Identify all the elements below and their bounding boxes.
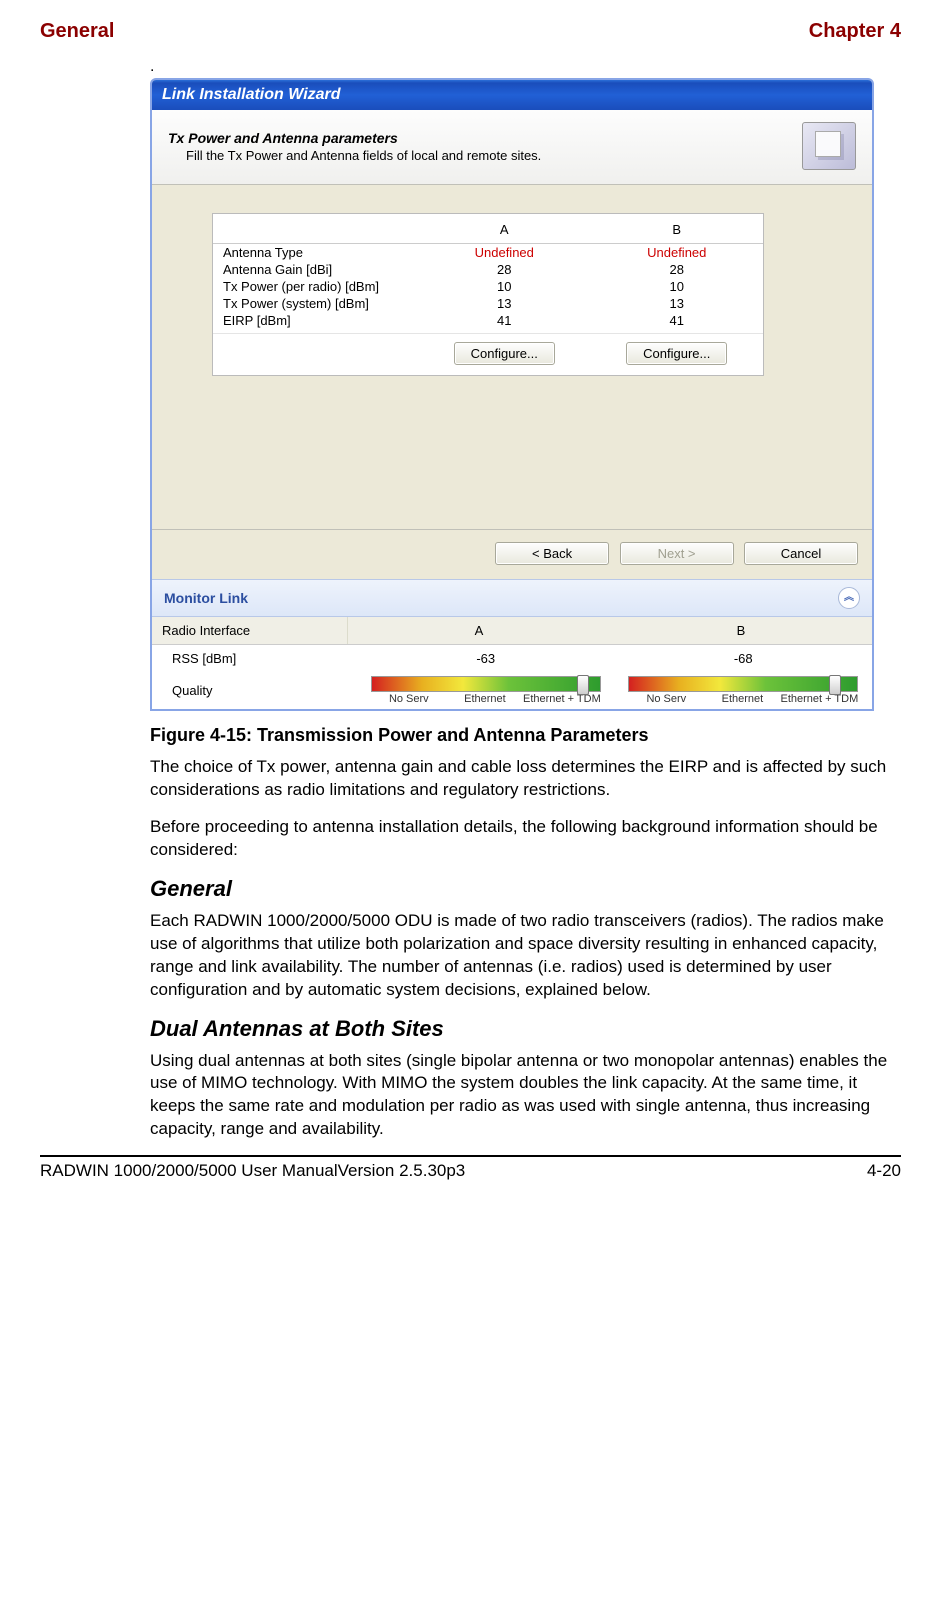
- wizard-footer: < Back Next > Cancel: [152, 529, 872, 579]
- footer-right: 4-20: [867, 1161, 901, 1181]
- label-antenna-type: Antenna Type: [223, 245, 418, 260]
- row-tx-system: Tx Power (system) [dBm] 13 13: [213, 295, 763, 312]
- row-antenna-type: Antenna Type Undefined Undefined: [213, 244, 763, 261]
- paragraph-general: Each RADWIN 1000/2000/5000 ODU is made o…: [150, 910, 891, 1002]
- wizard-step-subtitle: Fill the Tx Power and Antenna fields of …: [186, 148, 802, 163]
- rss-value-b: -68: [615, 649, 873, 668]
- table-header-row: A B: [213, 214, 763, 244]
- col-a-header: A: [418, 222, 591, 237]
- wizard-header: Tx Power and Antenna parameters Fill the…: [152, 110, 872, 185]
- row-tx-per-radio: Tx Power (per radio) [dBm] 10 10: [213, 278, 763, 295]
- header-left: General: [40, 20, 114, 43]
- paragraph-dual-antennas: Using dual antennas at both sites (singl…: [150, 1050, 891, 1142]
- eirp-a: 41: [418, 313, 591, 328]
- figure-caption: Figure 4-15: Transmission Power and Ante…: [150, 725, 901, 746]
- radio-interface-label: Radio Interface: [152, 617, 348, 644]
- label-tx-per-radio: Tx Power (per radio) [dBm]: [223, 279, 418, 294]
- label-eirp: EIRP [dBm]: [223, 313, 418, 328]
- antenna-type-b: Undefined: [591, 245, 764, 260]
- wizard-step-title: Tx Power and Antenna parameters: [168, 130, 802, 146]
- monitor-col-a: A: [348, 617, 610, 644]
- back-button[interactable]: < Back: [495, 542, 609, 565]
- monitor-columns-header: Radio Interface A B: [152, 617, 872, 645]
- cancel-button[interactable]: Cancel: [744, 542, 858, 565]
- configure-a-button[interactable]: Configure...: [454, 342, 555, 365]
- link-installation-wizard-window: Link Installation Wizard Tx Power and An…: [150, 78, 874, 711]
- row-eirp: EIRP [dBm] 41 41: [213, 312, 763, 329]
- quality-row: Quality No Serv Ethernet Ethernet + TDM …: [152, 672, 872, 709]
- section-heading-general: General: [150, 876, 901, 902]
- qlabel-ethtdm-a: Ethernet + TDM: [523, 693, 601, 705]
- quality-label: Quality: [152, 679, 357, 702]
- quality-bar-b: No Serv Ethernet Ethernet + TDM: [628, 676, 858, 705]
- collapse-icon[interactable]: ︽: [838, 587, 860, 609]
- page-header: General Chapter 4: [40, 20, 901, 43]
- quality-marker-b: [829, 675, 841, 695]
- monitor-link-title: Monitor Link: [164, 590, 248, 606]
- rss-value-a: -63: [357, 649, 615, 668]
- qlabel-noserv-a: No Serv: [371, 693, 447, 705]
- monitor-link-header[interactable]: Monitor Link ︽: [152, 579, 872, 617]
- tx-system-a: 13: [418, 296, 591, 311]
- tx-per-radio-b: 10: [591, 279, 764, 294]
- qlabel-noserv-b: No Serv: [628, 693, 704, 705]
- header-right: Chapter 4: [809, 20, 901, 43]
- configure-b-button[interactable]: Configure...: [626, 342, 727, 365]
- next-button: Next >: [620, 542, 734, 565]
- rss-row: RSS [dBm] -63 -68: [152, 645, 872, 672]
- label-antenna-gain: Antenna Gain [dBi]: [223, 262, 418, 277]
- monitor-col-b: B: [610, 617, 872, 644]
- qlabel-eth-b: Ethernet: [704, 693, 780, 705]
- row-antenna-gain: Antenna Gain [dBi] 28 28: [213, 261, 763, 278]
- configure-button-row: Configure... Configure...: [213, 333, 763, 375]
- antenna-type-a: Undefined: [418, 245, 591, 260]
- rss-label: RSS [dBm]: [152, 647, 357, 670]
- antenna-gain-b: 28: [591, 262, 764, 277]
- footer-left: RADWIN 1000/2000/5000 User ManualVersion…: [40, 1161, 465, 1181]
- tx-per-radio-a: 10: [418, 279, 591, 294]
- quality-bar-a: No Serv Ethernet Ethernet + TDM: [371, 676, 601, 705]
- tx-system-b: 13: [591, 296, 764, 311]
- col-b-header: B: [591, 222, 764, 237]
- page-footer: RADWIN 1000/2000/5000 User ManualVersion…: [40, 1155, 901, 1181]
- paragraph-eirp: The choice of Tx power, antenna gain and…: [150, 756, 891, 802]
- leading-dot: .: [150, 58, 901, 76]
- wizard-icon: [802, 122, 856, 170]
- eirp-b: 41: [591, 313, 764, 328]
- label-tx-system: Tx Power (system) [dBm]: [223, 296, 418, 311]
- antenna-gain-a: 28: [418, 262, 591, 277]
- window-titlebar[interactable]: Link Installation Wizard: [152, 80, 872, 110]
- qlabel-ethtdm-b: Ethernet + TDM: [781, 693, 859, 705]
- paragraph-before-proceeding: Before proceeding to antenna installatio…: [150, 816, 891, 862]
- wizard-body: A B Antenna Type Undefined Undefined Ant…: [152, 185, 872, 529]
- section-heading-dual-antennas: Dual Antennas at Both Sites: [150, 1016, 901, 1042]
- qlabel-eth-a: Ethernet: [447, 693, 523, 705]
- parameters-table: A B Antenna Type Undefined Undefined Ant…: [212, 213, 764, 376]
- quality-marker-a: [577, 675, 589, 695]
